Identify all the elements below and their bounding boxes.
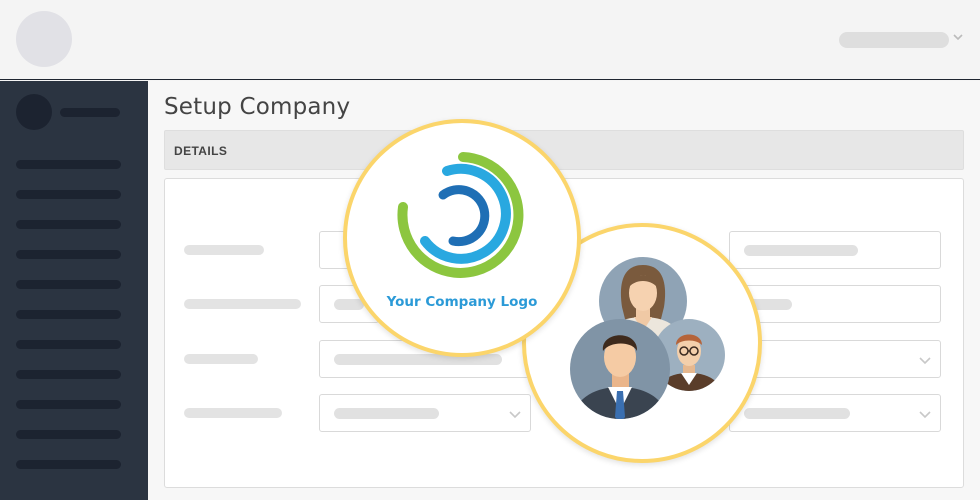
section-title: DETAILS	[174, 144, 228, 158]
field-value-placeholder	[744, 408, 850, 419]
field-value-placeholder	[334, 408, 439, 419]
field-label-placeholder	[184, 354, 258, 364]
field-value-placeholder	[744, 245, 858, 256]
sidebar-username-placeholder	[60, 108, 120, 117]
sidebar-item-2[interactable]	[16, 190, 121, 199]
ring-logo-icon	[397, 152, 524, 278]
field-label-placeholder	[184, 299, 301, 309]
select-field[interactable]	[729, 394, 941, 432]
sidebar-avatar[interactable]	[16, 94, 52, 130]
select-field[interactable]	[319, 394, 531, 432]
company-logo-card: Your Company Logo	[343, 119, 581, 357]
field-label-placeholder	[184, 408, 282, 418]
sidebar-item-11[interactable]	[16, 460, 121, 469]
logo-caption: Your Company Logo	[386, 294, 538, 310]
sidebar-item-3[interactable]	[16, 220, 121, 229]
chevron-down-icon	[919, 411, 931, 419]
sidebar-item-9[interactable]	[16, 400, 121, 409]
details-section-header: DETAILS	[164, 130, 964, 170]
chevron-down-icon[interactable]	[951, 30, 965, 44]
page-title: Setup Company	[164, 94, 351, 120]
text-field[interactable]	[729, 231, 941, 269]
sidebar-item-5[interactable]	[16, 280, 121, 289]
company-avatar[interactable]	[16, 11, 72, 67]
top-bar	[0, 0, 980, 80]
sidebar-item-4[interactable]	[16, 250, 121, 259]
sidebar-item-8[interactable]	[16, 370, 121, 379]
user-menu-placeholder[interactable]	[839, 32, 949, 48]
sidebar-item-10[interactable]	[16, 430, 121, 439]
text-field[interactable]	[729, 285, 941, 323]
chevron-down-icon	[509, 411, 521, 419]
sidebar-item-6[interactable]	[16, 310, 121, 319]
chevron-down-icon	[919, 357, 931, 365]
field-label-placeholder	[184, 245, 264, 255]
sidebar	[0, 81, 148, 500]
sidebar-item-7[interactable]	[16, 340, 121, 349]
sidebar-item-1[interactable]	[16, 160, 121, 169]
